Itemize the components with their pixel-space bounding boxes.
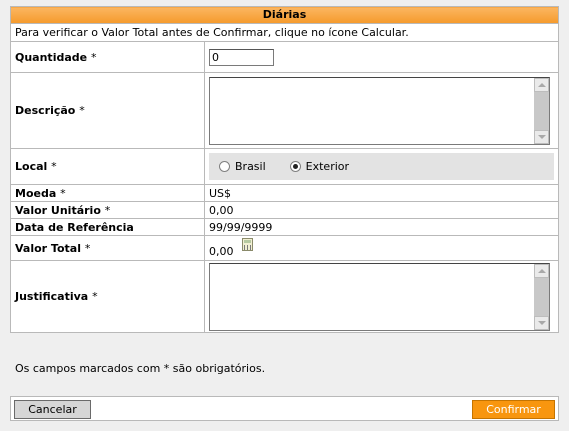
local-cell: Brasil Exterior [204,148,559,185]
justificativa-label: Justificativa * [10,260,205,333]
action-bar: Cancelar Confirmar [10,396,559,421]
quantidade-cell [204,41,559,73]
confirm-button[interactable]: Confirmar [472,400,555,419]
descricao-textarea[interactable] [209,76,550,145]
justificativa-scrollbar[interactable] [534,263,549,330]
calculator-icon[interactable] [241,237,253,251]
scroll-down-icon[interactable] [534,315,549,330]
justificativa-textarea[interactable] [209,262,550,331]
radio-exterior-circle[interactable] [289,161,301,172]
quantidade-label: Quantidade * [10,41,205,73]
radio-exterior[interactable]: Exterior [289,160,350,173]
cancel-button[interactable]: Cancelar [14,400,91,419]
quantidade-input[interactable] [209,48,274,66]
data-referencia-value: 99/99/9999 [204,218,559,236]
valor-total-cell: 0,00 [204,235,559,261]
moeda-value: US$ [204,184,559,202]
moeda-label: Moeda * [10,184,205,202]
radio-brasil[interactable]: Brasil [219,160,266,173]
descricao-label: Descrição * [10,72,205,149]
form-title: Diárias [10,6,559,24]
justificativa-cell [204,260,559,333]
radio-exterior-label: Exterior [305,160,350,173]
descricao-scrollbar[interactable] [534,77,549,144]
radio-brasil-label: Brasil [235,160,266,173]
radio-brasil-circle[interactable] [219,161,230,172]
valor-unitario-label: Valor Unitário * [10,201,205,219]
local-label: Local * [10,148,205,185]
scroll-up-icon[interactable] [534,263,549,278]
valor-total-value: 0,00 [209,244,234,258]
descricao-cell [204,72,559,149]
local-radio-group: Brasil Exterior [209,153,554,180]
required-fields-note: Os campos marcados com * são obrigatório… [15,362,266,375]
valor-unitario-value: 0,00 [204,201,559,219]
form-instructions: Para verificar o Valor Total antes de Co… [10,23,559,42]
data-referencia-label: Data de Referência [10,218,205,236]
diarias-form: Diárias Para verificar o Valor Total ant… [10,6,559,333]
valor-total-label: Valor Total * [10,235,205,261]
scroll-up-icon[interactable] [534,77,549,92]
scroll-down-icon[interactable] [534,129,549,144]
